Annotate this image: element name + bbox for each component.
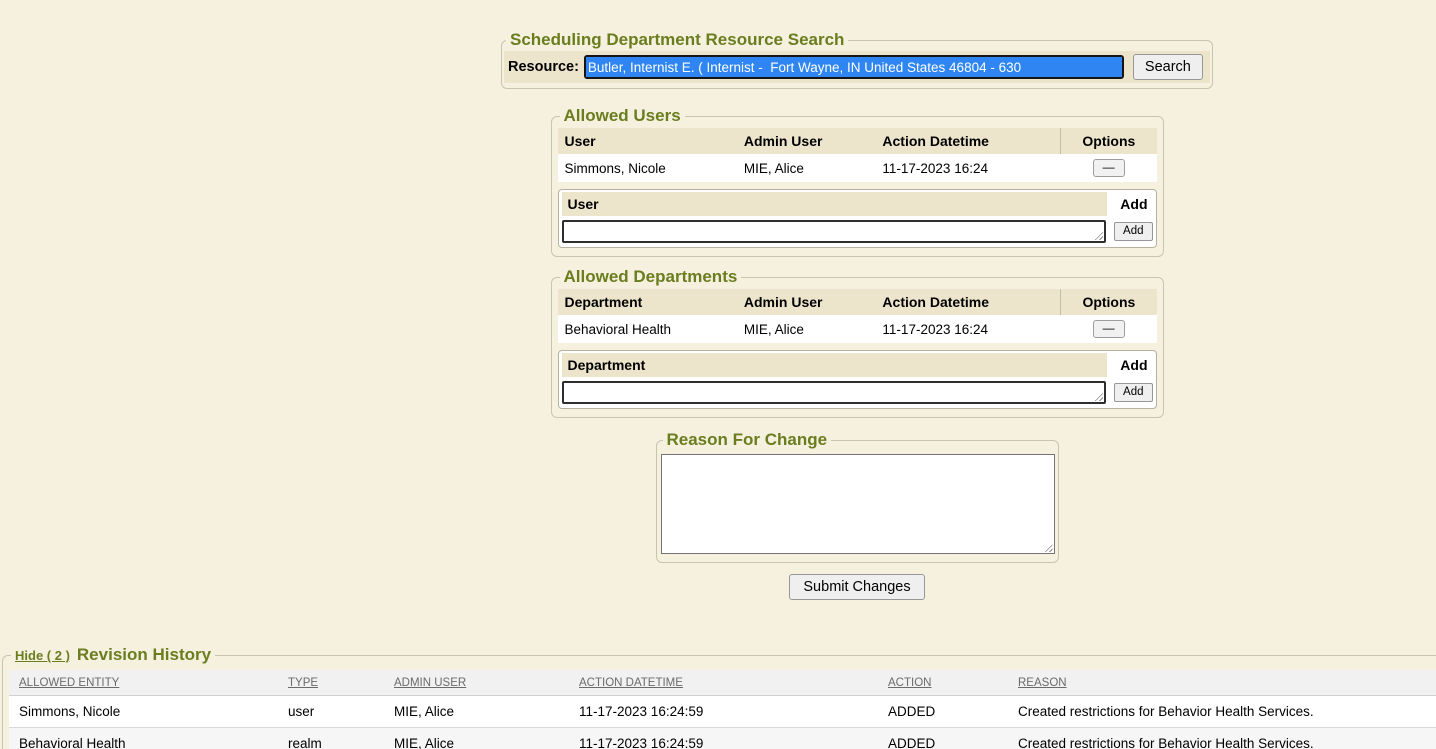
col-header-user: User: [558, 128, 737, 154]
revision-history-section: Hide ( 2 ) Revision History ALLOWED ENTI…: [2, 645, 1436, 749]
sort-reason[interactable]: REASON: [1008, 670, 1436, 696]
allowed-user-admin: MIE, Alice: [737, 154, 876, 182]
allowed-department-options-cell: —: [1061, 315, 1157, 343]
revision-history-table: ALLOWED ENTITY TYPE ADMIN USER ACTION DA…: [9, 670, 1436, 749]
col-header-options: Options: [1061, 289, 1157, 315]
remove-user-button[interactable]: —: [1093, 159, 1125, 177]
sort-action-datetime[interactable]: ACTION DATETIME: [569, 670, 878, 696]
col-header-department: Department: [558, 289, 737, 315]
resource-search-title: Scheduling Department Resource Search: [506, 30, 848, 50]
revision-admin: MIE, Alice: [384, 728, 569, 749]
allowed-users-header-row: User Admin User Action Datetime Options: [558, 128, 1157, 154]
revision-datetime: 11-17-2023 16:24:59: [569, 728, 878, 749]
revision-reason: Created restrictions for Behavior Health…: [1008, 696, 1436, 728]
allowed-user-name: Simmons, Nicole: [558, 154, 737, 182]
allowed-department-admin: MIE, Alice: [737, 315, 876, 343]
revision-entity: Behavioral Health: [9, 728, 278, 749]
col-header-action-datetime: Action Datetime: [875, 128, 1060, 154]
sort-type[interactable]: TYPE: [278, 670, 384, 696]
allowed-departments-header-row: Department Admin User Action Datetime Op…: [558, 289, 1157, 315]
sort-action[interactable]: ACTION: [878, 670, 1008, 696]
resource-input[interactable]: Butler, Internist E. ( Internist - Fort …: [584, 55, 1124, 79]
allowed-departments-section: Allowed Departments Department Admin Use…: [551, 267, 1164, 418]
add-user-button[interactable]: Add: [1114, 222, 1152, 241]
col-header-action-datetime: Action Datetime: [875, 289, 1060, 315]
col-header-admin-user: Admin User: [737, 289, 876, 315]
revision-history-legend: Hide ( 2 ) Revision History: [11, 645, 215, 665]
sort-allowed-entity[interactable]: ALLOWED ENTITY: [9, 670, 278, 696]
revision-row: Behavioral Health realm MIE, Alice 11-17…: [9, 728, 1436, 749]
reason-for-change-title: Reason For Change: [663, 430, 832, 450]
remove-department-button[interactable]: —: [1093, 320, 1125, 338]
add-user-input[interactable]: [562, 220, 1107, 243]
add-department-header-add: Add: [1107, 353, 1153, 377]
resource-input-selected-text: Butler, Internist E. ( Internist - Fort …: [586, 57, 1122, 77]
revision-entity: Simmons, Nicole: [9, 696, 278, 728]
allowed-department-row: Behavioral Health MIE, Alice 11-17-2023 …: [558, 315, 1157, 343]
revision-reason: Created restrictions for Behavior Health…: [1008, 728, 1436, 749]
add-department-box: Department Add Add: [558, 350, 1157, 409]
allowed-departments-table: Department Admin User Action Datetime Op…: [558, 289, 1157, 343]
allowed-users-table: User Admin User Action Datetime Options …: [558, 128, 1157, 182]
allowed-user-options-cell: —: [1061, 154, 1157, 182]
reason-textarea[interactable]: [661, 454, 1055, 554]
add-user-input-row: Add: [562, 220, 1153, 243]
allowed-department-datetime: 11-17-2023 16:24: [875, 315, 1060, 343]
add-department-input-row: Add: [562, 381, 1153, 404]
resource-search-section: Scheduling Department Resource Search Re…: [501, 30, 1213, 89]
allowed-user-datetime: 11-17-2023 16:24: [875, 154, 1060, 182]
add-user-header-label: User: [562, 192, 1107, 216]
resource-label: Resource:: [508, 59, 579, 75]
resource-row: Resource: Butler, Internist E. ( Interni…: [504, 51, 1210, 83]
allowed-users-title: Allowed Users: [560, 106, 685, 126]
add-user-header-row: User Add: [562, 192, 1153, 216]
allowed-departments-title: Allowed Departments: [560, 267, 742, 287]
revision-type: realm: [278, 728, 384, 749]
allowed-department-name: Behavioral Health: [558, 315, 737, 343]
allowed-users-section: Allowed Users User Admin User Action Dat…: [551, 106, 1164, 257]
revision-history-header-row: ALLOWED ENTITY TYPE ADMIN USER ACTION DA…: [9, 670, 1436, 696]
add-department-input[interactable]: [562, 381, 1107, 404]
col-header-options: Options: [1061, 128, 1157, 154]
revision-datetime: 11-17-2023 16:24:59: [569, 696, 878, 728]
add-department-button[interactable]: Add: [1114, 383, 1152, 402]
submit-changes-button[interactable]: Submit Changes: [789, 574, 924, 600]
reason-for-change-section: Reason For Change: [656, 430, 1059, 563]
add-user-box: User Add Add: [558, 189, 1157, 248]
revision-row: Simmons, Nicole user MIE, Alice 11-17-20…: [9, 696, 1436, 728]
search-button[interactable]: Search: [1133, 54, 1203, 80]
add-department-header-label: Department: [562, 353, 1107, 377]
revision-action: ADDED: [878, 728, 1008, 749]
add-user-header-add: Add: [1107, 192, 1153, 216]
hide-link[interactable]: Hide ( 2 ): [15, 648, 70, 663]
revision-action: ADDED: [878, 696, 1008, 728]
col-header-admin-user: Admin User: [737, 128, 876, 154]
allowed-users-row: Simmons, Nicole MIE, Alice 11-17-2023 16…: [558, 154, 1157, 182]
sort-admin-user[interactable]: ADMIN USER: [384, 670, 569, 696]
revision-type: user: [278, 696, 384, 728]
revision-admin: MIE, Alice: [384, 696, 569, 728]
add-department-header-row: Department Add: [562, 353, 1153, 377]
revision-history-title: Revision History: [77, 645, 211, 665]
